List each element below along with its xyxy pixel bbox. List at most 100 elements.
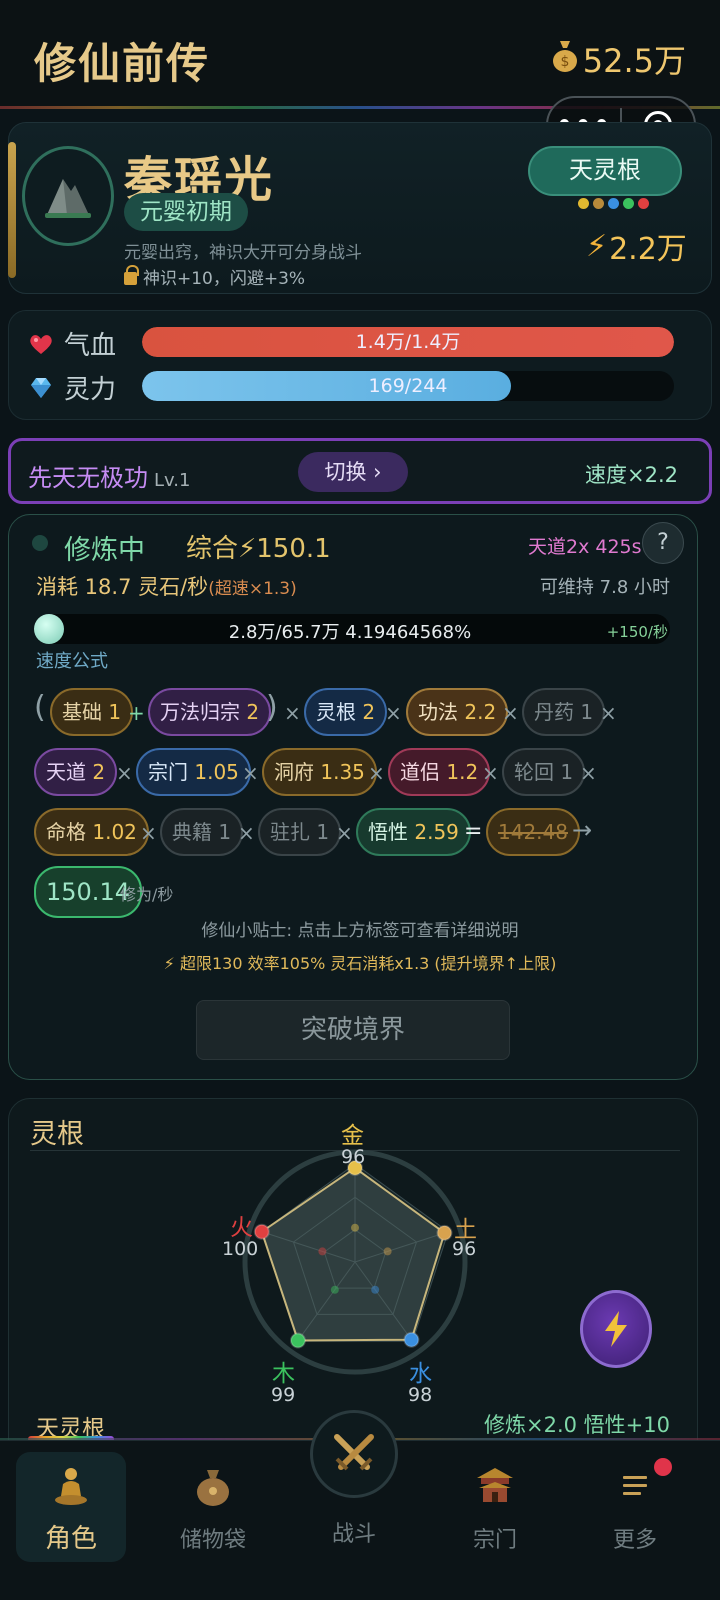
chip-base[interactable]: 基础 1 bbox=[50, 688, 134, 736]
pouch-icon bbox=[197, 1470, 229, 1506]
arrow-icon: → bbox=[572, 816, 593, 844]
chip-sect[interactable]: 宗门 1.05 bbox=[136, 748, 251, 796]
spirit-root-title: 灵根 bbox=[30, 1119, 84, 1150]
chip-heaven[interactable]: 天道 2 bbox=[34, 748, 118, 796]
overspeed-text: (超速×1.3) bbox=[208, 579, 297, 599]
nav-sect[interactable]: 宗门 bbox=[440, 1452, 550, 1562]
notification-badge bbox=[654, 1458, 672, 1476]
op-times: × bbox=[600, 701, 617, 725]
op-times: × bbox=[238, 821, 255, 845]
chip-root[interactable]: 灵根 2 bbox=[304, 688, 388, 736]
lightning-icon bbox=[605, 1311, 627, 1347]
root-dot bbox=[608, 198, 619, 209]
chip-wanfa[interactable]: 万法归宗 2 bbox=[148, 688, 272, 736]
boost-button[interactable] bbox=[580, 1290, 652, 1368]
element-water-label: 水 bbox=[409, 1361, 432, 1387]
chip-scripture[interactable]: 典籍 1 bbox=[160, 808, 244, 856]
hp-label-text: 气血 bbox=[64, 331, 117, 361]
technique-level: Lv.1 bbox=[154, 470, 191, 491]
nav-battle[interactable] bbox=[310, 1410, 398, 1498]
element-fire-value: 100 bbox=[222, 1238, 259, 1260]
radar-inner-point-4 bbox=[318, 1247, 327, 1256]
diamond-icon bbox=[31, 377, 51, 398]
formula-label: 速度公式 bbox=[36, 651, 108, 672]
element-wood-value: 99 bbox=[271, 1384, 296, 1406]
chip-reincarnation[interactable]: 轮回 1 bbox=[502, 748, 586, 796]
chip-technique[interactable]: 功法 2.2 bbox=[406, 688, 509, 736]
breakthrough-button[interactable]: 突破境界 bbox=[196, 1000, 510, 1060]
radar-point-3 bbox=[289, 1332, 306, 1349]
root-dot bbox=[623, 198, 634, 209]
chip-garrison[interactable]: 驻扎 1 bbox=[258, 808, 342, 856]
old-result: 142.48 bbox=[486, 808, 580, 856]
heaven-buff: 天道2x 425s bbox=[528, 536, 642, 558]
technique-name: 先天无极功 Lv.1 bbox=[28, 458, 190, 493]
nav-more[interactable]: 更多 bbox=[580, 1452, 690, 1562]
heart-icon bbox=[30, 334, 52, 354]
avatar[interactable] bbox=[22, 146, 114, 246]
op-equals: = bbox=[464, 819, 483, 844]
nav-more-label: 更多 bbox=[612, 1528, 657, 1553]
total-speed: 综合⚡150.1 bbox=[186, 534, 331, 564]
mp-label-text: 灵力 bbox=[64, 375, 117, 405]
chip-pill[interactable]: 丹药 1 bbox=[522, 688, 606, 736]
radar-point-2 bbox=[403, 1331, 420, 1348]
chip-insight[interactable]: 悟性 2.59 bbox=[356, 808, 471, 856]
cultivation-status: 修炼中 bbox=[64, 535, 145, 566]
lightning-icon: ⚡ bbox=[586, 228, 608, 264]
accent-bar bbox=[8, 142, 16, 278]
mountain-icon bbox=[45, 179, 91, 218]
realm-bonus-text: 神识+10，闪避+3% bbox=[143, 269, 306, 289]
op-times: × bbox=[116, 761, 133, 785]
op-times: × bbox=[482, 761, 499, 785]
radar-inner-point-1 bbox=[383, 1247, 392, 1256]
chip-partner[interactable]: 道侣 1.2 bbox=[388, 748, 491, 796]
tip-text: 修仙小贴士: 点击上方标签可查看详细说明 bbox=[201, 921, 519, 941]
technique-title: 先天无极功 bbox=[28, 464, 148, 492]
crossed-swords-icon bbox=[334, 1434, 374, 1471]
realm-badge[interactable]: 元婴初期 bbox=[124, 193, 248, 231]
consumption-text: 消耗 18.7 灵石/秒 bbox=[36, 575, 209, 599]
stone-consumption: 消耗 18.7 灵石/秒(超速×1.3) bbox=[36, 571, 297, 601]
mp-value: 169/244 bbox=[368, 375, 448, 397]
op-times: × bbox=[385, 701, 402, 725]
app-title: 修仙前传 bbox=[34, 39, 211, 88]
op-times: × bbox=[368, 761, 385, 785]
svg-text:$: $ bbox=[560, 54, 569, 70]
speed-unit: 修为/秒 bbox=[120, 885, 174, 904]
chip-cave[interactable]: 洞府 1.35 bbox=[262, 748, 377, 796]
combat-power: ⚡ 2.2万 bbox=[586, 224, 687, 268]
op-times: × bbox=[580, 761, 597, 785]
nav-sect-label: 宗门 bbox=[472, 1528, 517, 1553]
temple-icon bbox=[477, 1468, 513, 1502]
op-times: × bbox=[336, 821, 353, 845]
progress-text: 2.8万/65.7万 4.19464568% bbox=[228, 622, 472, 643]
root-dot bbox=[578, 198, 589, 209]
combat-power-value: 2.2万 bbox=[609, 232, 687, 267]
radar-inner-point-3 bbox=[330, 1285, 339, 1294]
element-metal-value: 96 bbox=[341, 1146, 366, 1168]
switch-technique-button[interactable]: 切换 › bbox=[298, 452, 408, 492]
mp-label: 灵力 bbox=[28, 369, 116, 406]
spirit-root-button[interactable]: 天灵根 bbox=[528, 146, 682, 196]
element-fire-label: 火 bbox=[230, 1215, 253, 1241]
nav-character[interactable]: 角色 bbox=[16, 1452, 126, 1562]
op-times: × bbox=[140, 821, 157, 845]
radar-point-1 bbox=[436, 1224, 453, 1241]
element-metal-label: 金 bbox=[341, 1123, 364, 1149]
right-paren: ) bbox=[266, 690, 278, 725]
radar-inner-point-0 bbox=[351, 1223, 359, 1232]
element-water-value: 98 bbox=[408, 1384, 433, 1406]
root-dot bbox=[638, 198, 649, 209]
limit-text: ⚡ 超限130 效率105% 灵石消耗x1.3 (提升境界↑上限) bbox=[163, 954, 557, 973]
op-times: × bbox=[502, 701, 519, 725]
help-button[interactable]: ? bbox=[642, 522, 684, 564]
technique-speed: 速度×2.2 bbox=[585, 463, 678, 487]
element-earth-value: 96 bbox=[452, 1238, 477, 1260]
root-dot bbox=[593, 198, 604, 209]
element-wood-label: 木 bbox=[272, 1361, 295, 1387]
op-times: × bbox=[242, 761, 259, 785]
nav-storage[interactable]: 储物袋 bbox=[158, 1452, 268, 1562]
root-dots bbox=[578, 198, 649, 209]
chip-fate[interactable]: 命格 1.02 bbox=[34, 808, 149, 856]
